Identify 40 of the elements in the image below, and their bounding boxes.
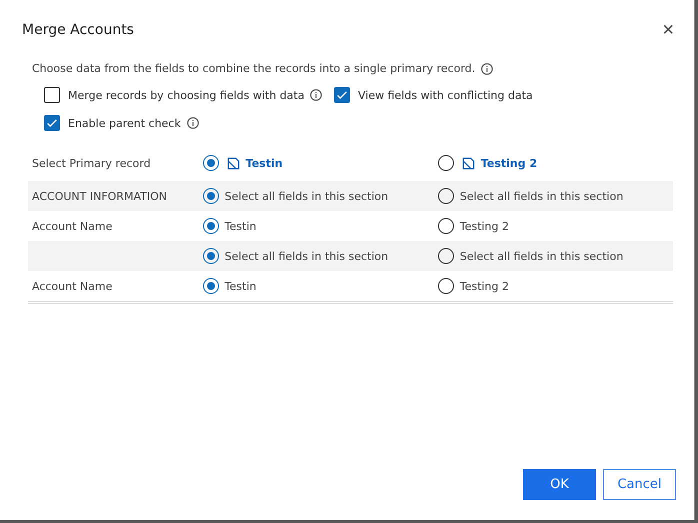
record-link[interactable]: Testin xyxy=(246,156,283,170)
row-label: ACCOUNT INFORMATION xyxy=(32,190,167,202)
radio-button[interactable] xyxy=(438,278,454,294)
choice-label: Select all fields in this section xyxy=(460,250,624,262)
choice-label: Testin xyxy=(224,280,256,292)
radio-button[interactable] xyxy=(438,188,454,204)
radio-button[interactable] xyxy=(202,248,219,264)
radio-button[interactable] xyxy=(202,155,219,171)
checkbox[interactable] xyxy=(334,87,350,103)
row-label: Account Name xyxy=(32,280,112,292)
dialog-title: Merge Accounts xyxy=(22,22,134,38)
info-icon xyxy=(310,89,322,101)
checkbox[interactable] xyxy=(44,115,60,131)
record-icon xyxy=(226,156,240,170)
info-icon xyxy=(186,117,199,129)
checkbox-label: View fields with conflicting data xyxy=(358,88,533,102)
choice-label: Select all fields in this section xyxy=(460,190,624,202)
choice-label: Testin xyxy=(224,220,256,232)
info-icon xyxy=(481,62,494,74)
checkbox[interactable] xyxy=(44,87,60,103)
ok-button[interactable]: OK xyxy=(523,469,596,500)
row-label: Select Primary record xyxy=(32,156,151,170)
choice-label: Select all fields in this section xyxy=(224,250,388,262)
choice-label: Select all fields in this section xyxy=(224,190,388,202)
record-icon xyxy=(462,156,475,170)
checkbox-label: Merge records by choosing fields with data xyxy=(68,88,304,102)
radio-button[interactable] xyxy=(438,218,454,234)
description-text: Choose data from the fields to combine the records into a single primary record. xyxy=(32,62,476,75)
choice-label: Testing 2 xyxy=(460,280,510,292)
record-link[interactable]: Testing 2 xyxy=(480,156,538,170)
choice-label: Testing 2 xyxy=(460,220,510,232)
radio-button[interactable] xyxy=(202,218,219,234)
radio-button[interactable] xyxy=(438,248,454,264)
radio-button[interactable] xyxy=(438,155,454,171)
checkbox-label: Enable parent check xyxy=(68,116,181,130)
radio-button[interactable] xyxy=(202,188,219,204)
radio-button[interactable] xyxy=(202,278,219,294)
close-button[interactable]: × xyxy=(662,20,674,40)
cancel-button[interactable]: Cancel xyxy=(603,469,676,500)
row-label: Account Name xyxy=(32,220,112,232)
